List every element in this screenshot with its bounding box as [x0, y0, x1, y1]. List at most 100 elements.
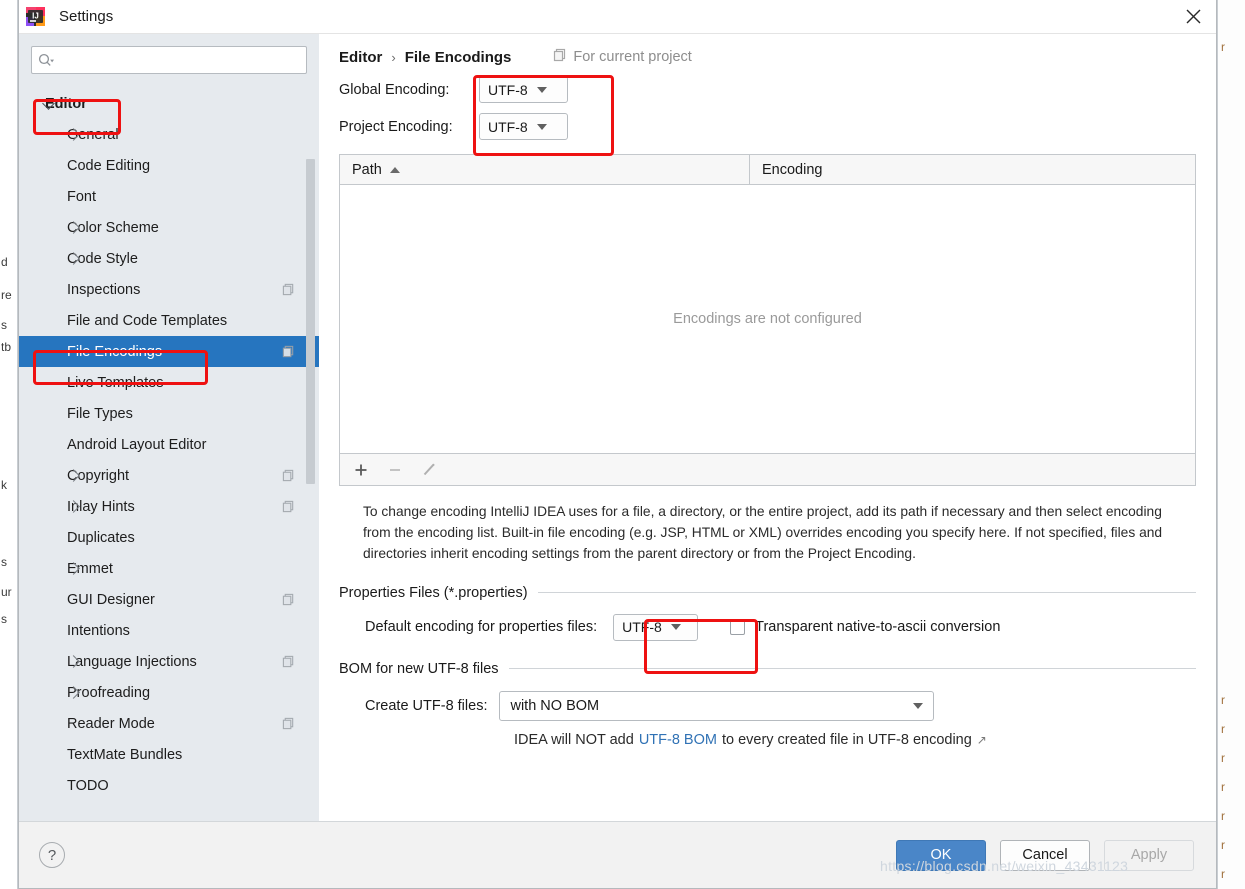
sidebar-item-gui-designer[interactable]: GUI Designer	[19, 584, 319, 615]
global-encoding-row: Global Encoding: UTF-8	[339, 76, 1196, 103]
transparent-native-ascii-checkbox[interactable]	[730, 619, 746, 635]
background-text-fragment: s	[1, 612, 7, 626]
sidebar-item-todo[interactable]: TODO	[19, 770, 319, 801]
transparent-native-ascii-label: Transparent native-to-ascii conversion	[755, 619, 1001, 636]
background-text-fragment: r	[1221, 838, 1225, 852]
search-input[interactable]	[59, 51, 300, 69]
ok-button[interactable]: OK	[896, 839, 986, 871]
sidebar-item-copyright[interactable]: Copyright	[19, 460, 319, 491]
properties-files-group-label: Properties Files (*.properties)	[339, 584, 528, 601]
help-button[interactable]: ?	[39, 842, 65, 868]
sidebar-item-live-templates[interactable]: Live Templates	[19, 367, 319, 398]
sidebar-item-file-types[interactable]: File Types	[19, 398, 319, 429]
dialog-title: Settings	[59, 8, 114, 25]
search-box[interactable]	[31, 46, 307, 74]
create-utf8-files-row: Create UTF-8 files: with NO BOM	[339, 690, 1196, 721]
copy-badge-icon	[282, 593, 295, 606]
settings-main-panel: Editor › File Encodings For current proj…	[319, 34, 1216, 822]
bom-group: BOM for new UTF-8 files Create UTF-8 fil…	[339, 661, 1196, 748]
sidebar-scrollbar-thumb[interactable]	[306, 159, 315, 484]
sidebar-item-label: Font	[67, 188, 97, 205]
sidebar-item-reader-mode[interactable]: Reader Mode	[19, 708, 319, 739]
background-text-fragment: s	[1, 555, 7, 569]
create-utf8-files-combo[interactable]: with NO BOM	[499, 690, 935, 721]
sidebar-item-file-and-code-templates[interactable]: File and Code Templates	[19, 305, 319, 336]
sidebar-item-color-scheme[interactable]: Color Scheme	[19, 212, 319, 243]
chevron-down-icon	[913, 702, 924, 709]
background-text-fragment: r	[1221, 693, 1225, 707]
edit-pencil-icon[interactable]	[420, 461, 438, 479]
sidebar-item-code-style[interactable]: Code Style	[19, 243, 319, 274]
sidebar-item-emmet[interactable]: Emmet	[19, 553, 319, 584]
bom-note: IDEA will NOT add UTF-8 BOM to every cre…	[339, 732, 1196, 748]
sidebar-item-language-injections[interactable]: Language Injections	[19, 646, 319, 677]
remove-button[interactable]	[386, 461, 404, 479]
dialog-title-bar: IJ Settings	[19, 0, 1216, 34]
sidebar-item-proofreading[interactable]: Proofreading	[19, 677, 319, 708]
cancel-button[interactable]: Cancel	[1000, 839, 1090, 871]
properties-default-encoding-row: Default encoding for properties files: U…	[339, 613, 1196, 641]
sidebar-item-file-encodings[interactable]: File Encodings	[19, 336, 319, 367]
search-icon	[38, 53, 55, 68]
properties-encoding-combo[interactable]: UTF-8	[613, 613, 699, 641]
table-header-row: Path Encoding	[340, 155, 1195, 185]
chevron-down-icon	[536, 86, 547, 93]
add-button[interactable]	[352, 461, 370, 479]
background-text-fragment: s	[1, 318, 7, 332]
background-text-fragment: ur	[1, 585, 12, 599]
close-icon[interactable]	[1170, 0, 1216, 33]
bom-note-suffix: to every created file in UTF-8 encoding	[721, 731, 972, 748]
settings-sidebar: Editor General Code Editing Font Color Schem…	[19, 34, 319, 822]
apply-button[interactable]: Apply	[1104, 839, 1194, 871]
svg-text:IJ: IJ	[32, 12, 39, 21]
bom-group-title: BOM for new UTF-8 files	[339, 661, 1196, 677]
external-link-icon[interactable]: ↗	[977, 733, 987, 747]
breadcrumb-parent[interactable]: Editor	[339, 49, 382, 66]
utf8-bom-link[interactable]: UTF-8 BOM	[639, 732, 717, 748]
breadcrumb: Editor › File Encodings For current proj…	[339, 48, 1196, 66]
search-container	[19, 34, 319, 74]
sidebar-item-general[interactable]: General	[19, 119, 319, 150]
encodings-table: Path Encoding Encodings are not configur…	[339, 154, 1196, 486]
intellij-idea-logo-icon: IJ	[26, 7, 45, 26]
properties-encoding-value: UTF-8	[622, 619, 662, 636]
sidebar-item-label: Intentions	[67, 622, 130, 639]
sidebar-item-inspections[interactable]: Inspections	[19, 274, 319, 305]
column-header-encoding[interactable]: Encoding	[750, 155, 834, 184]
sidebar-item-label: Android Layout Editor	[67, 436, 207, 453]
create-utf8-files-value: with NO BOM	[510, 697, 600, 714]
sort-ascending-icon	[389, 166, 400, 173]
sidebar-item-intentions[interactable]: Intentions	[19, 615, 319, 646]
sidebar-item-android-layout-editor[interactable]: Android Layout Editor	[19, 429, 319, 460]
project-encoding-row: Project Encoding: UTF-8	[339, 113, 1196, 140]
sidebar-item-label: Duplicates	[67, 529, 135, 546]
background-text-fragment: r	[1221, 780, 1225, 794]
sidebar-item-label: TextMate Bundles	[67, 746, 183, 763]
sidebar-item-editor[interactable]: Editor	[19, 88, 319, 119]
background-text-fragment: r	[1221, 40, 1225, 54]
sidebar-item-label: Code Editing	[67, 157, 151, 174]
sidebar-item-duplicates[interactable]: Duplicates	[19, 522, 319, 553]
chevron-down-icon	[670, 624, 681, 631]
sidebar-item-font[interactable]: Font	[19, 181, 319, 212]
sidebar-item-label: Reader Mode	[67, 715, 155, 732]
sidebar-item-inlay-hints[interactable]: Inlay Hints	[19, 491, 319, 522]
sidebar-item-code-editing[interactable]: Code Editing	[19, 150, 319, 181]
copy-badge-icon	[282, 283, 295, 296]
copy-badge-icon	[553, 48, 567, 66]
column-header-path[interactable]: Path	[340, 155, 750, 184]
copy-badge-icon	[282, 500, 295, 513]
background-text-fragment: d	[1, 255, 8, 269]
bom-note-prefix: IDEA will NOT add	[514, 731, 634, 748]
properties-files-group-title: Properties Files (*.properties)	[339, 585, 1196, 601]
table-empty-text: Encodings are not configured	[673, 311, 862, 327]
project-encoding-combo[interactable]: UTF-8	[479, 113, 568, 140]
copy-badge-icon	[282, 717, 295, 730]
sidebar-item-label: File Encodings	[67, 343, 163, 360]
background-text-fragment: tb	[1, 340, 12, 354]
background-text-fragment: r	[1221, 809, 1225, 823]
group-divider	[537, 592, 1196, 594]
table-toolbar	[340, 453, 1195, 485]
global-encoding-combo[interactable]: UTF-8	[479, 76, 568, 103]
sidebar-item-textmate-bundles[interactable]: TextMate Bundles	[19, 739, 319, 770]
